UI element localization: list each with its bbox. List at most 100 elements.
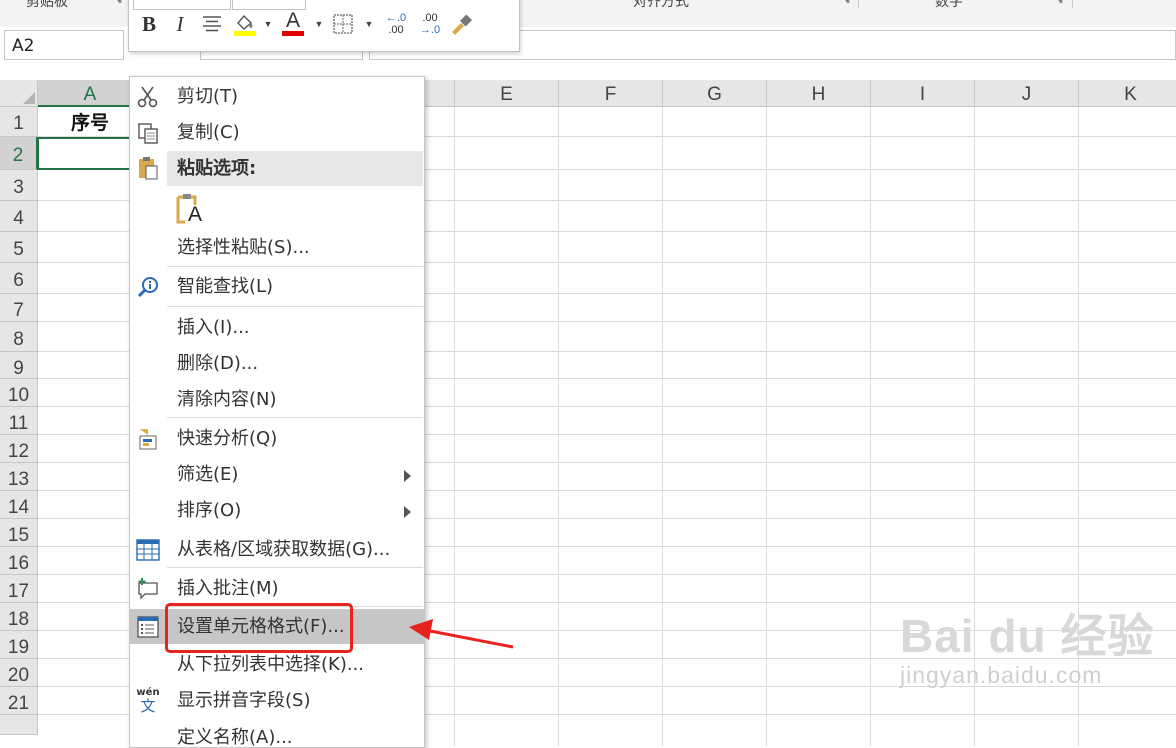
borders-icon[interactable]: [330, 11, 356, 37]
cell-a1[interactable]: 序号: [38, 107, 142, 137]
format-cells-icon: [134, 613, 162, 641]
menu-item-phonetic[interactable]: wén 文 显示拼音字段(S): [130, 683, 424, 718]
paste-icon: A: [176, 193, 203, 226]
italic-button[interactable]: I: [169, 11, 191, 37]
row-header-1[interactable]: 1: [0, 107, 38, 137]
menu-separator: [167, 567, 423, 568]
row-header-12[interactable]: 12: [0, 435, 38, 463]
column-header-i[interactable]: I: [871, 80, 975, 107]
menu-label-define-name: 定义名称(A)...: [177, 727, 293, 748]
select-all-triangle-icon: [23, 92, 35, 104]
bold-button[interactable]: B: [137, 11, 161, 37]
highlight-box: [165, 603, 353, 653]
menu-label-paste-special: 选择性粘贴(S)...: [177, 237, 310, 258]
row-header-4[interactable]: 4: [0, 201, 38, 232]
menu-item-delete[interactable]: 删除(D)...: [130, 346, 424, 381]
ribbon-group-number: 数字: [935, 0, 963, 10]
row-header-8[interactable]: 8: [0, 322, 38, 352]
row-header-16[interactable]: 16: [0, 547, 38, 575]
column-header-h[interactable]: H: [767, 80, 871, 107]
row-header-2[interactable]: 2: [0, 137, 38, 170]
column-header-g[interactable]: G: [663, 80, 767, 107]
submenu-arrow-icon: [404, 506, 411, 518]
menu-label-cut: 剪切(T): [177, 86, 239, 107]
submenu-arrow-icon: [404, 470, 411, 482]
decrease-decimal-top: ←.0: [385, 12, 407, 24]
menu-item-clear-contents[interactable]: 清除内容(N): [130, 382, 424, 417]
increase-decimal-button[interactable]: .00 →.0: [415, 11, 445, 37]
menu-item-insert-comment[interactable]: 插入批注(M): [130, 571, 424, 606]
menu-separator: [167, 306, 423, 307]
select-all-button[interactable]: [0, 80, 38, 107]
row-header-3[interactable]: 3: [0, 170, 38, 201]
font-color-swatch: [282, 31, 304, 36]
increase-decimal-top: .00: [422, 12, 438, 24]
ribbon-group-clipboard: 剪贴板: [26, 0, 68, 10]
column-header-f[interactable]: F: [559, 80, 663, 107]
smart-lookup-icon: [134, 273, 162, 301]
row-header-20[interactable]: 20: [0, 659, 38, 687]
menu-label-insert: 插入(I)...: [177, 317, 250, 338]
format-painter-icon[interactable]: [447, 11, 475, 37]
menu-separator: [167, 417, 423, 418]
column-header-j[interactable]: J: [975, 80, 1079, 107]
menu-label-get-data: 从表格/区域获取数据(G)...: [177, 539, 391, 560]
align-center-icon[interactable]: [199, 11, 225, 37]
fill-color-dropdown-icon[interactable]: ▼: [263, 11, 273, 37]
menu-item-quick-analysis[interactable]: 快速分析(Q): [130, 421, 424, 456]
row-header-15[interactable]: 15: [0, 519, 38, 547]
menu-item-define-name[interactable]: 定义名称(A)...: [130, 720, 424, 748]
menu-label-insert-comment: 插入批注(M): [177, 578, 279, 599]
menu-item-smart-lookup[interactable]: 智能查找(L): [130, 269, 424, 304]
row-header-6[interactable]: 6: [0, 263, 38, 294]
row-header-13[interactable]: 13: [0, 463, 38, 491]
row-header-9[interactable]: 9: [0, 352, 38, 379]
table-icon: [134, 536, 162, 564]
column-header-e[interactable]: E: [455, 80, 559, 107]
menu-item-sort[interactable]: 排序(O): [130, 493, 424, 528]
menu-item-paste-special[interactable]: 选择性粘贴(S)...: [130, 230, 424, 265]
paste-options-header: 粘贴选项:: [167, 151, 423, 186]
number-launcher-icon[interactable]: ⬊: [1056, 0, 1064, 6]
row-header-7[interactable]: 7: [0, 294, 38, 322]
menu-item-insert[interactable]: 插入(I)...: [130, 310, 424, 345]
column-header-a[interactable]: A: [38, 80, 143, 107]
clipboard-launcher-icon[interactable]: ⬊: [115, 0, 123, 6]
cell-a2-selected[interactable]: [37, 137, 143, 170]
row-header-18[interactable]: 18: [0, 603, 38, 631]
row-header-10[interactable]: 10: [0, 379, 38, 407]
gridline: [662, 107, 663, 747]
menu-label-quick-analysis: 快速分析(Q): [177, 428, 278, 449]
row-header-22[interactable]: [0, 715, 38, 735]
font-color-dropdown-icon[interactable]: ▼: [314, 11, 324, 37]
menu-label-phonetic: 显示拼音字段(S): [177, 690, 311, 711]
watermark-brand: Bai du 经验: [900, 610, 1155, 662]
copy-icon: [134, 119, 162, 147]
paste-icon-letter: A: [188, 203, 203, 226]
menu-item-cut[interactable]: 剪切(T): [130, 79, 424, 114]
fill-color-icon[interactable]: [231, 11, 259, 37]
decrease-decimal-button[interactable]: ←.0 .00: [381, 11, 411, 37]
menu-item-get-data[interactable]: 从表格/区域获取数据(G)...: [130, 532, 424, 567]
menu-label-sort: 排序(O): [177, 500, 242, 521]
column-header-k[interactable]: K: [1079, 80, 1176, 107]
row-header-17[interactable]: 17: [0, 575, 38, 603]
phonetic-icon-bottom: 文: [140, 697, 156, 715]
row-header-14[interactable]: 14: [0, 491, 38, 519]
row-header-19[interactable]: 19: [0, 631, 38, 659]
row-header-11[interactable]: 11: [0, 407, 38, 435]
menu-item-filter[interactable]: 筛选(E): [130, 457, 424, 492]
clipboard-icon: [134, 154, 162, 182]
name-box[interactable]: A2: [4, 30, 124, 60]
menu-label-filter: 筛选(E): [177, 464, 239, 485]
row-header-21[interactable]: 21: [0, 687, 38, 715]
borders-dropdown-icon[interactable]: ▼: [364, 11, 374, 37]
paste-options-label: 粘贴选项:: [177, 158, 257, 179]
menu-item-copy[interactable]: 复制(C): [130, 115, 424, 150]
font-color-button[interactable]: A: [279, 9, 307, 37]
paste-option-keep-source[interactable]: A: [130, 187, 424, 229]
alignment-launcher-icon[interactable]: ⬊: [843, 0, 851, 6]
font-name-combo[interactable]: [133, 0, 231, 10]
increase-decimal-bottom: →.0: [419, 24, 441, 36]
row-header-5[interactable]: 5: [0, 232, 38, 263]
